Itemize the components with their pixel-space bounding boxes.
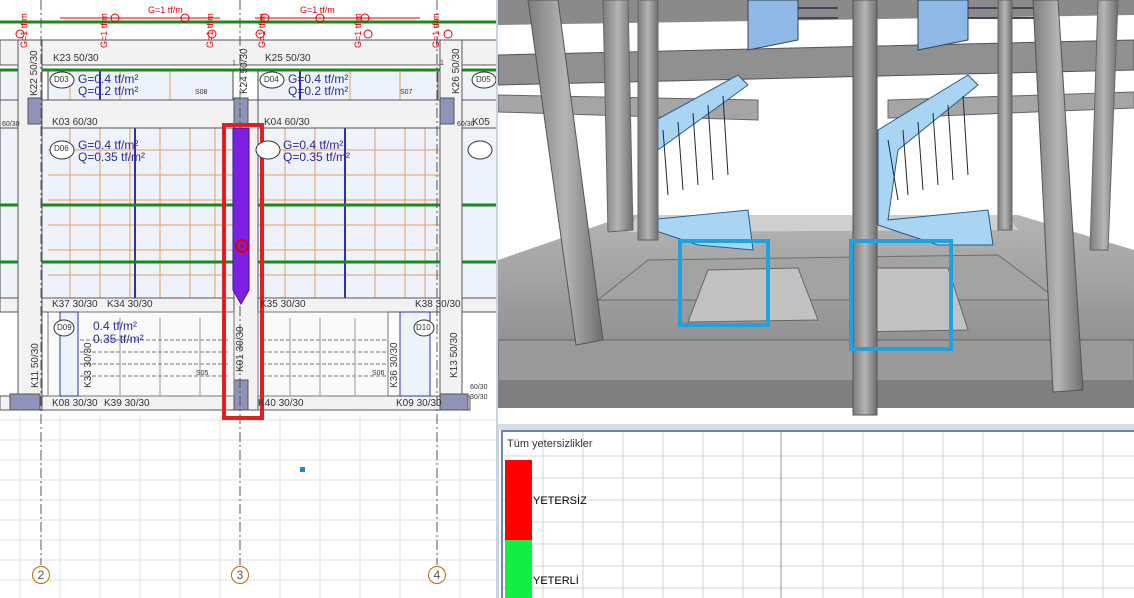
beam-label: K04 60/30: [264, 117, 310, 128]
beam-label: K09 30/30: [396, 398, 442, 409]
slab-small-id: S05: [196, 370, 209, 377]
column-label: K13 50/30: [449, 332, 460, 378]
legend-label-sufficient: YETERLİ: [533, 575, 579, 587]
line-load-label: G=1 tf/m: [148, 5, 183, 15]
axis-bubble[interactable]: 4: [428, 566, 446, 584]
cursor-point: [300, 467, 305, 472]
line-load-label: G=1 tf/m: [353, 13, 363, 48]
load-label: Q=0.35 tf/m²: [78, 150, 146, 164]
line-load-label: G=1 tf/m: [431, 13, 441, 48]
selected-column: [232, 127, 250, 306]
column-label: K22 50/30: [29, 50, 40, 96]
slab-id: D05: [476, 75, 491, 84]
load-label: Q=0.35 tf/m²: [283, 150, 351, 164]
column-label: K24 50/30: [239, 48, 250, 94]
beam-label: K40 30/30: [258, 398, 304, 409]
column-label: K01 30/30: [235, 326, 246, 372]
panel-grid: [503, 432, 1134, 598]
slab-small-id: S06: [372, 370, 385, 377]
column-label: K26 50/30: [451, 48, 462, 94]
slab-small-id: S08: [195, 89, 208, 96]
legend-label-insufficient: YETERSİZ: [533, 495, 587, 507]
line-load-label: G=1 tf/m: [99, 13, 109, 48]
3d-view[interactable]: [498, 0, 1134, 426]
axis-bubble[interactable]: 2: [32, 566, 50, 584]
beam-label: K03 60/30: [52, 117, 98, 128]
beam-label: K38 30/30: [415, 299, 461, 310]
small-tag: 30/30: [470, 394, 488, 401]
load-label: 0.35 tf/m²: [93, 332, 144, 346]
small-tag: 1: [440, 60, 444, 67]
small-tag: 60/30: [2, 121, 20, 128]
line-load-label: G=1 tf/m: [300, 5, 335, 15]
beam-label: K25 50/30: [265, 53, 311, 64]
3d-scene: [498, 0, 1134, 426]
legend-swatch-insufficient: [505, 460, 532, 540]
line-load-label: G=1 tf/m: [205, 13, 215, 48]
line-load-label: G=1 tf/m: [19, 13, 29, 48]
slab-id: D04: [264, 75, 279, 84]
slab-small-id: S07: [400, 89, 413, 96]
slab-id: D06: [54, 144, 69, 153]
small-tag: 60/30: [470, 384, 488, 391]
line-loads: [15, 13, 453, 39]
column-label: K11 50/30: [30, 343, 41, 388]
beam-label: K39 30/30: [104, 398, 150, 409]
plan-view[interactable]: K23 50/30 K25 50/30 K03 60/30 K04 60/30 …: [0, 0, 498, 598]
load-label: Q=0.2 tf/m²: [78, 84, 139, 98]
load-label: 0.4 tf/m²: [93, 319, 138, 333]
beam-label: K35 30/30: [260, 299, 306, 310]
slab-id: D09: [57, 323, 72, 332]
column-label: K33 30/30: [83, 342, 94, 388]
deficiency-panel: Tüm yetersizlikler YETERSİZ YETERLİ: [501, 430, 1134, 598]
beam-label: K37 30/30: [52, 299, 98, 310]
panel-title: Tüm yetersizlikler: [507, 438, 593, 450]
legend-swatch-sufficient: [505, 540, 532, 598]
background-grid: [0, 415, 498, 598]
beam-label: K08 30/30: [52, 398, 98, 409]
line-load-label: G=1 tf/m: [257, 13, 267, 48]
slab-id: D10: [416, 323, 431, 332]
small-tag: 60/30: [457, 121, 475, 128]
slab-id: D03: [54, 75, 69, 84]
column-label: K36 30/30: [389, 342, 400, 388]
axis-bubble[interactable]: 3: [231, 566, 249, 584]
small-tag: 1: [232, 60, 236, 67]
load-label: Q=0.2 tf/m²: [288, 84, 349, 98]
beam-label: K34 30/30: [107, 299, 153, 310]
beam-label: K23 50/30: [53, 53, 99, 64]
